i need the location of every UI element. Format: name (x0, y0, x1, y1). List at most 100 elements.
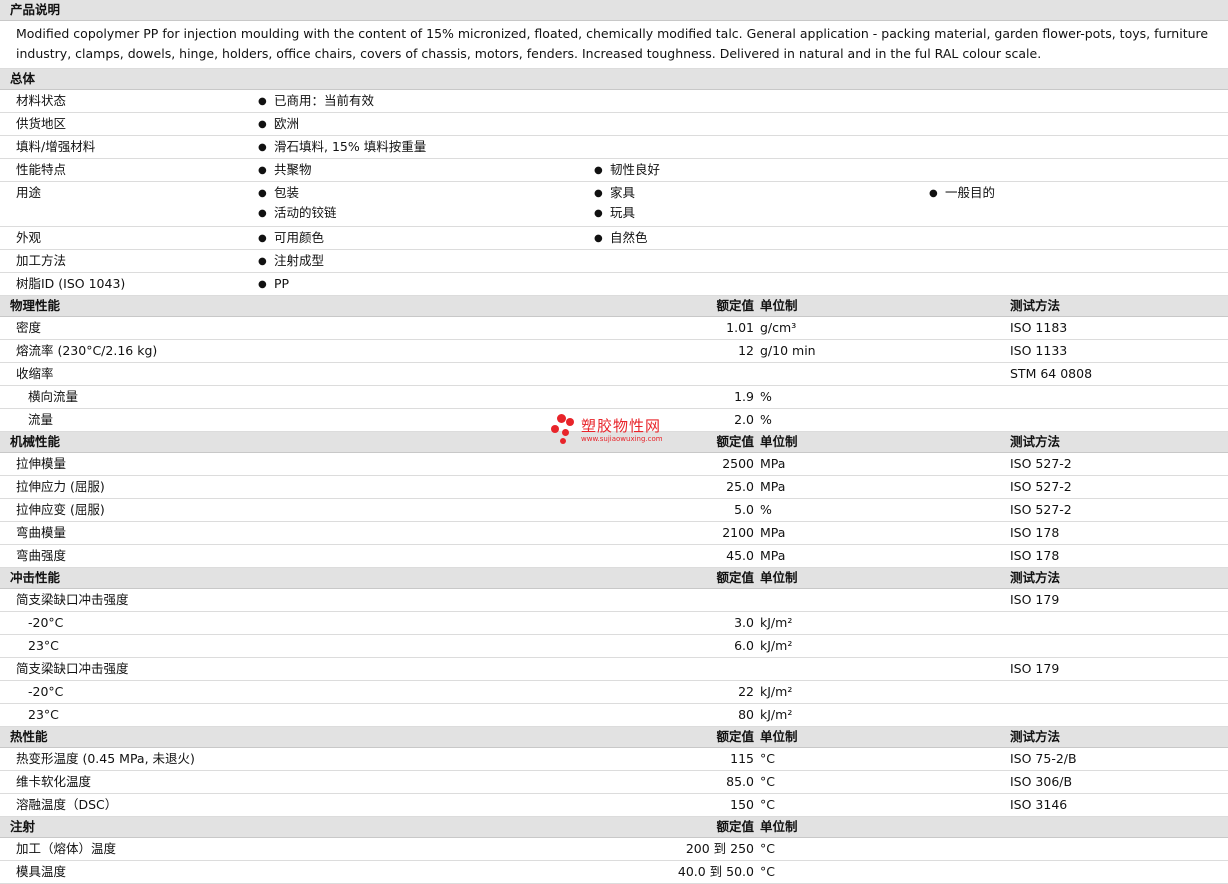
property-value: 80 (738, 707, 754, 722)
row-label: 外观 (16, 230, 42, 245)
section-mechanical: 机械性能 额定值 单位制 测试方法 拉伸模量 2500 MPa ISO 527-2 拉… (0, 432, 1228, 568)
property-row: 拉伸应力 (屈服) 25.0 MPa ISO 527-2 (0, 476, 1228, 499)
property-value: 25.0 (726, 479, 754, 494)
property-unit: g/cm³ (760, 320, 797, 335)
bullet-item: 活动的铰链 (258, 203, 337, 225)
bullet-item: 已商用：当前有效 (258, 91, 374, 113)
property-value: 2.0 (734, 412, 754, 427)
logo-dot-icon (562, 429, 569, 436)
value-header: 额定值 (716, 729, 754, 744)
bullet-item: 韧性良好 (594, 160, 660, 182)
property-label: 拉伸应变 (屈服) (16, 502, 105, 517)
property-value: 115 (730, 751, 754, 766)
bullet-item: 自然色 (594, 228, 648, 250)
property-row: 加工（熔体）温度 200 到 250 °C (0, 838, 1228, 861)
property-value: 2500 (722, 456, 754, 471)
value-header: 额定值 (716, 819, 754, 834)
property-label: 收缩率 (16, 366, 54, 381)
property-unit: °C (760, 841, 775, 856)
property-value: 3.0 (734, 615, 754, 630)
section-header: 物理性能 额定值 单位制 测试方法 (0, 296, 1228, 317)
property-value: 5.0 (734, 502, 754, 517)
property-row: 拉伸应变 (屈服) 5.0% ISO 527-2 (0, 499, 1228, 522)
property-row: -20°C 22 kJ/m² (0, 681, 1228, 704)
property-unit: kJ/m² (760, 638, 793, 653)
property-method: ISO 178 (1010, 548, 1060, 563)
row-label: 材料状态 (16, 93, 67, 108)
general-row-processing: 加工方法 注射成型 (0, 250, 1228, 273)
property-row: 溶融温度（DSC） 150 °C ISO 3146 (0, 794, 1228, 817)
unit-header: 单位制 (760, 819, 798, 834)
bullet-item: 共聚物 (258, 160, 312, 182)
property-unit: MPa (760, 525, 786, 540)
property-row: 23°C 6.0 kJ/m² (0, 635, 1228, 658)
section-header: 总体 (0, 69, 1228, 90)
row-label: 树脂ID (ISO 1043) (16, 276, 126, 291)
property-value: 6.0 (734, 638, 754, 653)
property-label: 熔流率 (230°C/2.16 kg) (16, 343, 158, 358)
property-row: -20°C 3.0 kJ/m² (0, 612, 1228, 635)
section-injection: 注射 额定值 单位制 加工（熔体）温度 200 到 250 °C 模具温度 40.0 … (0, 817, 1228, 884)
unit-header: 单位制 (760, 298, 798, 313)
row-label: 供货地区 (16, 116, 67, 131)
property-row: 拉伸模量 2500 MPa ISO 527-2 (0, 453, 1228, 476)
property-unit: °C (760, 797, 775, 812)
section-title: 注射 (10, 819, 36, 834)
property-method: ISO 306/B (1010, 774, 1073, 789)
property-label: 流量 (28, 412, 54, 427)
section-title: 冲击性能 (10, 570, 61, 585)
property-row: 收缩率 STM 64 0808 (0, 363, 1228, 386)
unit-header: 单位制 (760, 434, 798, 449)
row-label: 性能特点 (16, 162, 67, 177)
property-label: 简支梁缺口冲击强度 (16, 661, 129, 676)
property-unit: kJ/m² (760, 684, 793, 699)
property-value: 2100 (722, 525, 754, 540)
value-header: 额定值 (716, 298, 754, 313)
property-value: 12 (738, 343, 754, 358)
property-label: 弯曲模量 (16, 525, 67, 540)
property-value: 200 到 250 (685, 841, 754, 856)
row-label: 用途 (16, 185, 42, 200)
logo-dot-icon (557, 414, 566, 423)
method-header: 测试方法 (1010, 729, 1061, 744)
property-unit: °C (760, 751, 775, 766)
property-unit: MPa (760, 479, 786, 494)
property-value: 40.0 到 50.0 (677, 864, 754, 879)
bullet-item: 玩具 (594, 203, 635, 225)
logo-dot-icon (551, 425, 559, 433)
bullet-item: 一般目的 (929, 183, 995, 205)
property-row: 简支梁缺口冲击强度 ISO 179 (0, 658, 1228, 681)
logo-dot-icon (560, 438, 566, 444)
method-header: 测试方法 (1010, 434, 1061, 449)
property-label: 维卡软化温度 (16, 774, 92, 789)
property-label: 23°C (28, 638, 59, 653)
general-row-appearance: 外观 可用颜色 自然色 (0, 227, 1228, 250)
general-row-status: 材料状态 已商用：当前有效 (0, 90, 1228, 113)
property-value: 45.0 (726, 548, 754, 563)
property-row: 模具温度 40.0 到 50.0 °C (0, 861, 1228, 884)
property-method: ISO 1183 (1010, 320, 1068, 335)
property-unit: g/10 min (760, 343, 816, 358)
property-label: 模具温度 (16, 864, 67, 879)
section-general: 总体 材料状态 已商用：当前有效 供货地区 欧洲 填料/增强材料 滑石填料, 1… (0, 69, 1228, 296)
description-text: Modified copolymer PP for injection moul… (0, 21, 1228, 69)
section-header: 热性能 额定值 单位制 测试方法 (0, 727, 1228, 748)
property-method: ISO 527-2 (1010, 502, 1072, 517)
property-row: 密度 1.01 g/cm³ ISO 1183 (0, 317, 1228, 340)
row-label: 填料/增强材料 (16, 139, 96, 154)
general-row-filler: 填料/增强材料 滑石填料, 15% 填料按重量 (0, 136, 1228, 159)
property-label: 拉伸应力 (屈服) (16, 479, 105, 494)
property-row: 简支梁缺口冲击强度 ISO 179 (0, 589, 1228, 612)
property-method: ISO 527-2 (1010, 456, 1072, 471)
property-label: 简支梁缺口冲击强度 (16, 592, 129, 607)
property-label: 密度 (16, 320, 42, 335)
general-row-resin-id: 树脂ID (ISO 1043) PP (0, 273, 1228, 296)
property-row: 横向流量 1.9% (0, 386, 1228, 409)
section-title: 机械性能 (10, 434, 61, 449)
property-unit: MPa (760, 548, 786, 563)
section-product-description: 产品说明 Modified copolymer PP for injection… (0, 0, 1228, 69)
property-row: 23°C 80 kJ/m² (0, 704, 1228, 727)
property-label: 23°C (28, 707, 59, 722)
property-unit: kJ/m² (760, 615, 793, 630)
property-unit: MPa (760, 456, 786, 471)
